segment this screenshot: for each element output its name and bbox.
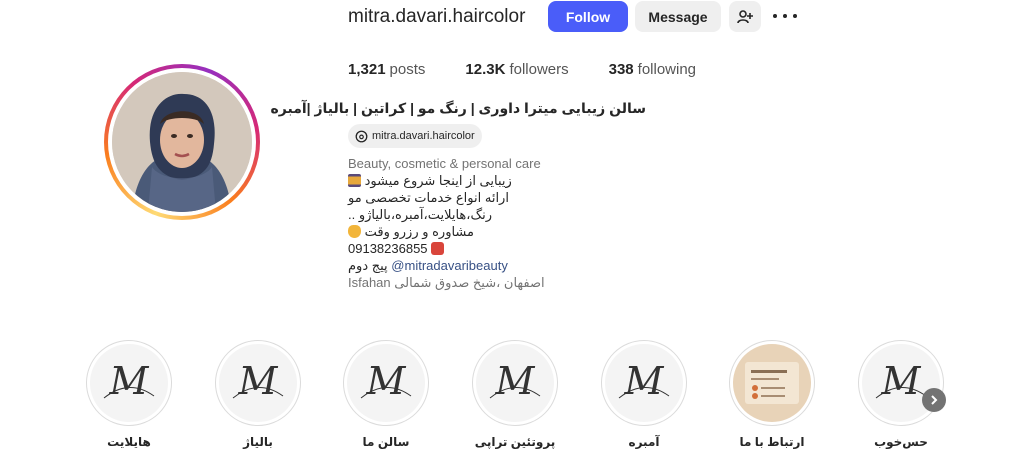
business-card-icon <box>745 362 799 404</box>
bio-line: ارائه انواع خدمات تخصصی مو <box>348 190 509 205</box>
svg-text:M: M <box>238 359 279 403</box>
followers-stat[interactable]: 12.3K followers <box>465 61 568 78</box>
profile-bio: Beauty, cosmetic & personal care زیبایی … <box>348 155 648 291</box>
highlight-cover <box>729 340 815 426</box>
svg-text:M: M <box>495 359 536 403</box>
message-button[interactable]: Message <box>635 1 721 32</box>
bio-line: مشاوره و رزرو وقت <box>348 223 648 240</box>
highlight-label: پروتئین تراپی <box>474 435 556 449</box>
monogram-logo-icon: M <box>618 359 670 403</box>
monogram-logo-icon: M <box>360 359 412 403</box>
highlight-cover: M <box>343 340 429 426</box>
location-en: Isfahan <box>348 275 391 290</box>
highlight-label: آمبره <box>628 435 660 449</box>
highlight-thumb: M <box>476 344 554 422</box>
monogram-logo-icon: M <box>103 359 155 403</box>
bio-line-text: زیبایی از اینجا شروع میشود <box>364 173 512 188</box>
bio-phone-line: 09138236855 <box>348 240 648 257</box>
followers-count: 12.3K <box>465 61 506 78</box>
more-dot <box>793 14 797 18</box>
highlight-thumb <box>733 344 811 422</box>
phone-number: 09138236855 <box>348 241 428 256</box>
highlight-item[interactable]: M هایلایت <box>84 340 174 449</box>
more-options-icon[interactable] <box>773 8 797 24</box>
profile-avatar[interactable] <box>112 72 252 212</box>
profile-category: Beauty, cosmetic & personal care <box>348 156 541 171</box>
avatar-gap <box>108 68 256 216</box>
bio-line-text: مشاوره و رزرو وقت <box>364 224 474 239</box>
svg-text:M: M <box>366 359 407 403</box>
follow-button[interactable]: Follow <box>548 1 628 32</box>
add-user-icon <box>737 9 753 23</box>
highlight-thumb: M <box>605 344 683 422</box>
highlight-item[interactable]: M سالن ما <box>341 340 431 449</box>
following-label: following <box>637 61 697 78</box>
profile-display-name: سالن زیبایی میترا داوری | رنگ مو | کراتی… <box>270 100 647 116</box>
highlight-label: بالیاژ <box>243 435 273 449</box>
highlight-label: سالن ما <box>362 435 410 449</box>
threads-badge[interactable]: mitra.davari.haircolor <box>348 124 482 148</box>
threads-icon <box>355 130 368 142</box>
profile-avatar-ring[interactable] <box>104 64 260 220</box>
highlight-thumb: M <box>219 344 297 422</box>
profile-stats: 1,321 posts 12.3K followers 338 following <box>348 61 736 78</box>
profile-username: mitra.davari.haircolor <box>348 6 526 27</box>
highlight-cover: M <box>215 340 301 426</box>
second-page-label: پیج دوم <box>348 258 388 273</box>
highlight-item[interactable]: ارتباط با ما <box>727 340 817 449</box>
svg-text:M: M <box>624 359 665 403</box>
monogram-logo-icon: M <box>232 359 284 403</box>
second-page-link[interactable]: @mitradavaribeauty <box>391 258 508 273</box>
posts-count: 1,321 <box>348 61 386 78</box>
following-stat[interactable]: 338 following <box>609 61 696 78</box>
highlight-cover: M <box>86 340 172 426</box>
bio-second-page-line: پیج دوم @mitradavaribeauty <box>348 257 648 274</box>
highlight-label: هایلایت <box>107 435 151 449</box>
highlight-item[interactable]: M بالیاژ <box>213 340 303 449</box>
more-dot <box>783 14 787 18</box>
highlight-cover: M <box>858 340 944 426</box>
location-fa: اصفهان ،شیخ صدوق شمالی <box>394 275 545 290</box>
svg-text:M: M <box>881 359 922 403</box>
svg-text:M: M <box>109 359 150 403</box>
chevron-right-icon <box>931 395 938 405</box>
bio-line: رنگ،هایلایت،آمبره،بالیاژو .. <box>348 207 492 222</box>
bio-location-line[interactable]: Isfahan اصفهان ،شیخ صدوق شمالی <box>348 274 648 291</box>
highlights-next-button[interactable] <box>922 388 946 412</box>
highlight-cover: M <box>472 340 558 426</box>
hourglass-icon <box>348 174 361 187</box>
posts-label: posts <box>389 61 426 78</box>
story-highlights: M هایلایت M بالیاژ M سالن ما M پروتئین ت… <box>0 340 1024 453</box>
suggest-users-button[interactable] <box>729 1 761 32</box>
monogram-logo-icon: M <box>489 359 541 403</box>
avatar-photo <box>112 72 252 212</box>
following-count: 338 <box>608 61 634 78</box>
bio-line: زیبایی از اینجا شروع میشود <box>348 172 648 189</box>
highlight-label: حس‌خوب <box>874 435 928 449</box>
highlight-item[interactable]: M آمبره <box>599 340 689 449</box>
telephone-icon <box>431 242 445 255</box>
pointing-hand-icon <box>348 225 361 238</box>
highlight-label: ارتباط با ما <box>739 435 805 449</box>
more-dot <box>773 14 777 18</box>
highlight-cover: M <box>601 340 687 426</box>
posts-stat: 1,321 posts <box>348 61 425 78</box>
highlight-item[interactable]: M پروتئین تراپی <box>470 340 560 449</box>
followers-label: followers <box>509 61 569 78</box>
highlight-thumb: M <box>347 344 425 422</box>
highlight-thumb: M <box>90 344 168 422</box>
threads-handle: mitra.davari.haircolor <box>372 130 475 142</box>
